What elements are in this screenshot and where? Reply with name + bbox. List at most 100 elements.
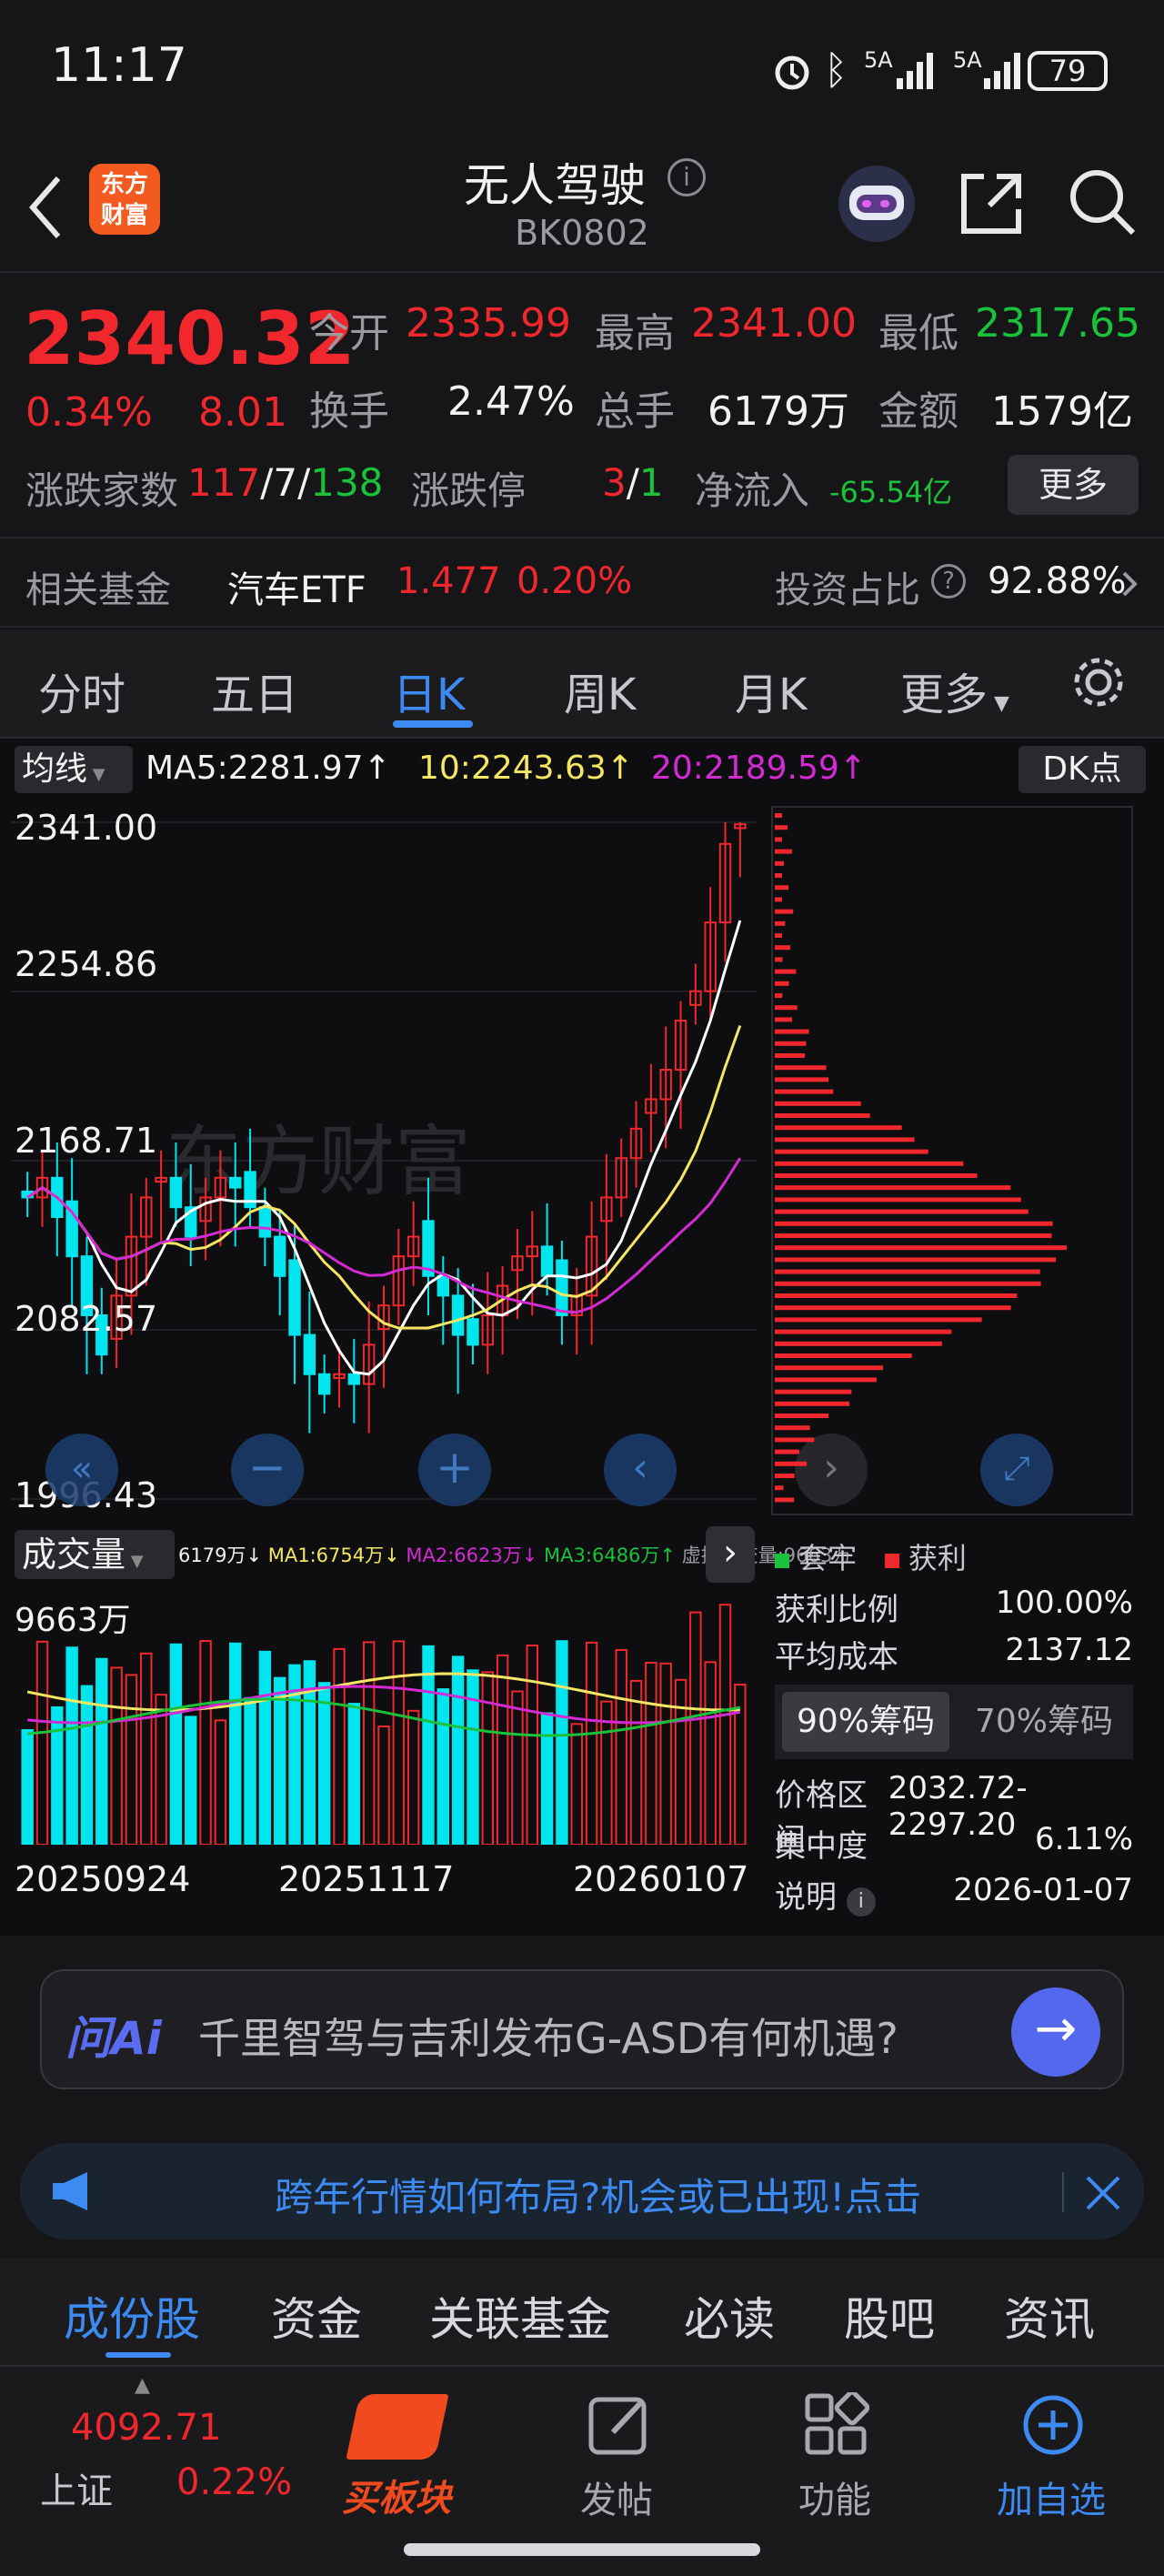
volume-bar <box>229 1642 242 1845</box>
chip-bar <box>775 1053 805 1058</box>
volume-bar <box>377 1726 390 1845</box>
settings-gear-icon[interactable] <box>1069 653 1128 711</box>
scroll-left-button[interactable]: ‹ <box>604 1434 677 1506</box>
tab-daily-k[interactable]: 日K <box>393 659 465 722</box>
legend-profit: 获利 <box>908 1541 967 1575</box>
volume-bar <box>674 1678 687 1845</box>
chip-bar <box>775 1149 928 1154</box>
vol-current: 6179万↓ <box>178 1545 263 1566</box>
chip-bar <box>775 1365 883 1371</box>
tab-monthly-k[interactable]: 月K <box>735 659 807 722</box>
post-edit-icon[interactable] <box>587 2392 653 2458</box>
ask-submit-arrow-icon[interactable]: → <box>1011 1987 1100 2077</box>
down-count: 138 <box>310 460 384 505</box>
fund-name[interactable]: 汽车ETF <box>227 560 366 613</box>
volume-bar <box>65 1646 78 1845</box>
avg-cost-value: 2137.12 <box>1005 1632 1133 1668</box>
volume-bar <box>481 1671 494 1845</box>
chevron-right-icon <box>1122 571 1138 597</box>
chip-bar <box>775 1197 1021 1202</box>
chip-bar <box>775 1485 784 1491</box>
turnover-label: 换手 <box>309 388 389 435</box>
zoom-in-button[interactable]: + <box>418 1434 491 1506</box>
scroll-far-left-button[interactable]: « <box>45 1434 118 1506</box>
volume-bar <box>362 1641 376 1845</box>
expand-up-icon[interactable]: ▲ <box>135 2374 150 2397</box>
fund-percent: 0.20% <box>517 560 633 602</box>
quote-panel: 2340.32 0.34% 8.01 今开 2335.99 最高 2341.00… <box>0 273 1164 537</box>
tab-funds[interactable]: 资金 <box>271 2283 362 2349</box>
add-watchlist-icon[interactable] <box>1020 2392 1086 2458</box>
add-watchlist-label[interactable]: 加自选 <box>997 2470 1106 2523</box>
volume-ma-line <box>26 1672 740 1712</box>
info-icon[interactable]: i <box>667 158 706 196</box>
related-fund-row[interactable]: 相关基金 汽车ETF 1.477 0.20% 投资占比 ? 92.88% <box>0 537 1164 628</box>
amount-label: 金额 <box>878 388 958 435</box>
buy-sector-label[interactable]: 买板块 <box>342 2469 451 2521</box>
announcement-banner[interactable]: 跨年行情如何布局?机会或已出现!点击 <box>20 2143 1144 2239</box>
open-label: 今开 <box>309 310 389 357</box>
last-price: 2340.32 <box>24 297 356 381</box>
tab-70-chips[interactable]: 70%筹码 <box>960 1692 1128 1752</box>
search-icon[interactable] <box>1066 166 1139 238</box>
share-icon[interactable] <box>957 166 1024 238</box>
zoom-out-button[interactable]: − <box>231 1434 304 1506</box>
chip-bar <box>775 1305 1011 1311</box>
tab-must-read[interactable]: 必读 <box>684 2283 775 2349</box>
chip-bar <box>775 1425 810 1431</box>
chip-bar <box>775 1089 834 1094</box>
ask-ai-bar[interactable]: 问Ai 千里智驾与吉利发布G-ASD有何机遇? → <box>40 1969 1124 2089</box>
volume-bar <box>392 1640 406 1845</box>
clock: 11:17 <box>51 38 187 93</box>
chip-bar <box>775 1005 798 1011</box>
post-label[interactable]: 发帖 <box>580 2470 653 2523</box>
chip-bar <box>775 849 793 854</box>
close-icon[interactable] <box>1084 2174 1122 2212</box>
chip-bar <box>775 1209 1029 1214</box>
candlestick-chart[interactable]: 东方财富 <box>11 806 757 1515</box>
volume-indicator-selector[interactable]: 成交量 ▼ <box>15 1530 175 1579</box>
robot-assistant-icon[interactable] <box>838 166 915 242</box>
price-axis-2: 2254.86 <box>15 944 158 984</box>
chip-bar <box>775 909 794 914</box>
tab-constituents[interactable]: 成份股 <box>64 2283 200 2349</box>
invest-ratio-value: 92.88% <box>988 560 1127 602</box>
candle-body <box>274 1235 286 1277</box>
banner-divider <box>1062 2172 1064 2212</box>
index-value[interactable]: 4092.71 <box>71 2407 221 2449</box>
note-info-icon[interactable]: i <box>846 1887 876 1917</box>
help-icon[interactable]: ? <box>931 564 966 599</box>
tab-news[interactable]: 资讯 <box>1004 2283 1095 2349</box>
tab-intraday[interactable]: 分时 <box>38 659 125 722</box>
volume-bar <box>274 1676 286 1845</box>
low-value: 2317.65 <box>975 300 1140 347</box>
tab-forum[interactable]: 股吧 <box>844 2283 935 2349</box>
price-axis-4: 2082.57 <box>15 1299 158 1339</box>
dk-point-button[interactable]: DK点 <box>1018 746 1146 793</box>
open-value: 2335.99 <box>406 300 571 347</box>
tab-90-chips[interactable]: 90%筹码 <box>782 1692 949 1752</box>
buy-sector-icon[interactable] <box>346 2394 449 2460</box>
functions-grid-icon[interactable] <box>804 2392 869 2458</box>
ma-selector-button[interactable]: 均线 ▼ <box>15 746 133 793</box>
price-axis-3: 2168.71 <box>15 1121 158 1161</box>
volume-bar <box>645 1661 657 1845</box>
turnover-value: 2.47% <box>447 378 575 425</box>
tab-more[interactable]: 更多 ▼ <box>900 659 1009 722</box>
back-icon[interactable] <box>24 171 67 244</box>
chip-bar <box>775 1041 807 1046</box>
limit-down-count: 1 <box>638 460 664 505</box>
expand-right-button[interactable]: › <box>706 1526 755 1583</box>
tab-five-day[interactable]: 五日 <box>211 659 298 722</box>
banner-text[interactable]: 跨年行情如何布局?机会或已出现!点击 <box>275 2167 1039 2222</box>
tab-weekly-k[interactable]: 周K <box>564 659 636 722</box>
up-count: 117 <box>187 460 261 505</box>
ask-ai-question[interactable]: 千里智驾与吉利发布G-ASD有何机遇? <box>198 2006 898 2066</box>
tab-related-funds[interactable]: 关联基金 <box>429 2283 611 2349</box>
more-button[interactable]: 更多 <box>1008 455 1139 515</box>
functions-label[interactable]: 功能 <box>798 2470 871 2523</box>
vol-ma1: MA1:6754万↓ <box>267 1545 400 1566</box>
candle-body <box>451 1294 465 1336</box>
chip-bar <box>775 921 786 926</box>
tab-more-label: 更多 <box>900 669 988 720</box>
